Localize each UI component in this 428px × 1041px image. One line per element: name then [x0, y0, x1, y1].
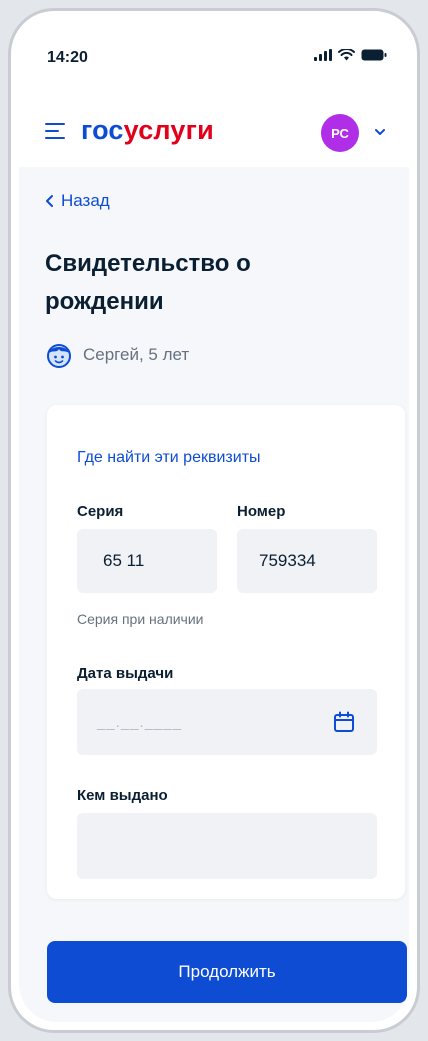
series-label: Серия [77, 503, 124, 520]
status-time: 14:20 [47, 49, 88, 66]
person-name: Сергей, 5 лет [83, 345, 190, 364]
issue-date-placeholder: __.__.____ [97, 713, 183, 731]
issued-by-field[interactable] [77, 813, 377, 879]
continue-button[interactable]: Продолжить [47, 941, 407, 1003]
child-face-icon [47, 344, 71, 368]
screen: 14:20 госуслуги РС Назад Свидетельство о… [19, 19, 409, 1022]
series-value: 65 11 [103, 551, 145, 570]
status-icons [314, 49, 387, 61]
help-link[interactable]: Где найти эти реквизиты [77, 449, 261, 467]
chevron-left-icon [46, 195, 53, 207]
number-field[interactable]: 759334 [237, 529, 377, 593]
issued-by-label: Кем выдано [77, 787, 168, 804]
back-link[interactable]: Назад [45, 191, 110, 211]
calendar-icon[interactable] [333, 711, 355, 733]
page-title: Свидетельство о рождении [45, 250, 251, 315]
status-bar: 14:20 [19, 19, 409, 95]
number-value: 759334 [259, 551, 316, 570]
form-card: Где найти эти реквизиты Серия Номер 65 1… [47, 405, 405, 899]
number-label: Номер [237, 503, 286, 520]
issue-date-label: Дата выдачи [77, 665, 174, 682]
wifi-icon [338, 49, 355, 61]
logo-part-gos: гос [81, 115, 124, 145]
series-hint: Серия при наличии [77, 611, 204, 627]
back-link-label: Назад [61, 191, 110, 210]
issue-date-field[interactable]: __.__.____ [77, 689, 377, 755]
signal-icon [314, 49, 332, 61]
logo-part-uslugi: услуги [123, 115, 214, 145]
battery-icon [361, 49, 387, 61]
avatar[interactable]: РС [321, 114, 359, 152]
menu-icon[interactable] [45, 123, 65, 139]
series-field[interactable]: 65 11 [77, 529, 217, 593]
phone-frame: 14:20 госуслуги РС Назад Свидетельство о… [8, 8, 420, 1033]
person-row: Сергей, 5 лет [45, 341, 189, 369]
chevron-down-icon[interactable] [373, 125, 387, 139]
app-header: госуслуги РС [19, 95, 409, 167]
gosuslugi-logo[interactable]: госуслуги [81, 115, 214, 146]
